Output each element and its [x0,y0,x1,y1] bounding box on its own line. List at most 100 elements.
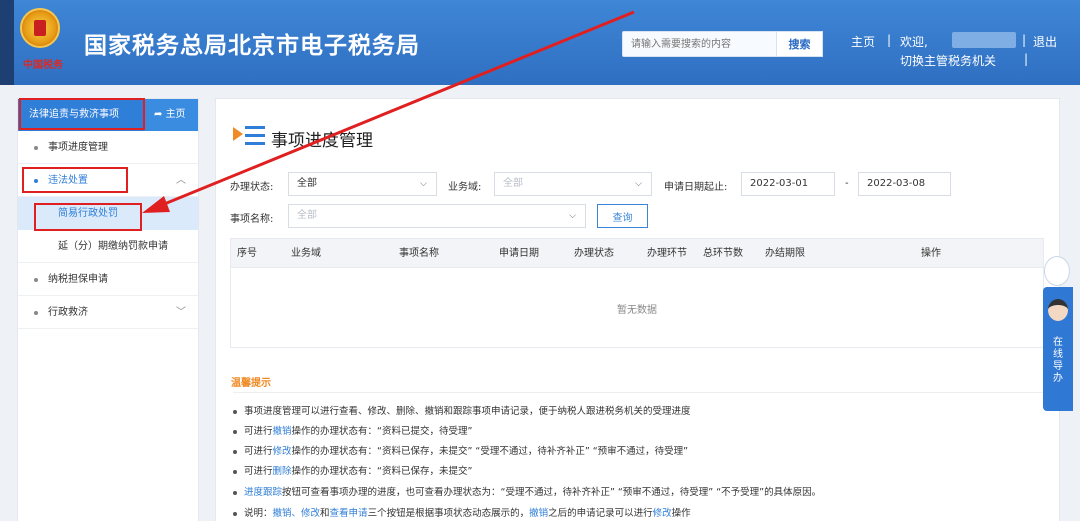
header-edge [0,0,14,85]
query-button[interactable]: 查询 [597,204,648,228]
date-range-label: 申请日期起止: [664,182,728,193]
tip-link-modify[interactable]: 修改 [653,508,672,519]
tip-text: 可进行 [244,466,273,477]
domain-select[interactable]: 全部 ⌵ [494,172,652,196]
search-input[interactable] [622,31,777,57]
item-name-label: 事项名称: [230,214,274,225]
sidebar-home-label: 主页 [165,109,186,120]
username-redacted [952,32,1016,48]
date-separator: - [845,178,849,189]
date-end-value: 2022-03-08 [867,178,926,189]
online-guide-tab[interactable]: 在线导办 [1043,287,1073,411]
sidebar-item-label: 延（分）期缴纳罚款申请 [58,241,168,252]
domain-label: 业务域: [448,182,482,193]
tip-line: 事项进度管理可以进行查看、修改、删除、撤销和跟踪事项申请记录，便于纳税人跟进税务… [233,403,691,417]
site-header: 中国税务 国家税务总局北京市电子税务局 搜索 主页 | 欢迎, | 退出 切换主… [0,0,1080,85]
status-select[interactable]: 全部 ⌵ [288,172,437,196]
tip-link-track[interactable]: 进度跟踪 [244,487,282,498]
column-header: 序号 [237,248,257,259]
tax-emblem-icon [20,8,60,48]
bullet-icon [34,278,38,282]
tip-text: 和 [320,508,330,519]
column-header: 办理状态 [574,248,614,259]
chevron-up-icon: ︿ [176,175,186,186]
sidebar: 法律追责与救济事项 ➦ 主页 事项进度管理 违法处置 ︿ 简易行政处罚 延（分）… [17,98,199,521]
annotation-box [19,98,145,130]
tips-title: 温馨提示 [231,378,271,389]
welcome-text: 欢迎, [900,35,928,49]
empty-state-text: 暂无数据 [617,305,657,316]
chevron-down-icon: ⌵ [420,179,427,189]
tip-text: 操作的办理状态有：“资料已保存，未提交” “受理不通过，待补齐补正” “预审不通… [291,446,689,457]
nav-separator: | [887,33,892,47]
tip-line: 说明：撤销、修改和查看申请三个按钮是根据事项状态动态展示的，撤销之后的申请记录可… [233,505,691,519]
results-table: 序号 业务域 事项名称 申请日期 办理状态 办理环节 总环节数 办结期限 操作 … [230,238,1044,348]
column-header: 事项名称 [399,248,439,259]
sidebar-item-guarantee[interactable]: 纳税担保申请 [18,263,198,296]
domain-select-value: 全部 [503,178,523,189]
annotation-box [34,203,142,231]
tip-text: 按钮可查看事项办理的进度，也可查看办理状态为：“受理不通过，待补齐补正” “预审… [282,487,822,498]
tip-link-revoke[interactable]: 撤销 [273,426,292,437]
tip-text: 事项进度管理可以进行查看、修改、删除、撤销和跟踪事项申请记录，便于纳税人跟进税务… [244,406,691,417]
tips-divider [233,392,1043,393]
assistant-avatar-icon [1048,299,1068,321]
progress-management-icon [233,126,265,145]
search-button[interactable]: 搜索 [777,31,823,57]
tip-line: 可进行删除操作的办理状态有：“资料已保存，未提交” [233,463,472,477]
nav-separator: | [1022,33,1027,47]
online-guide-label: 在线导办 [1053,337,1063,384]
tip-text: 三个按钮是根据事项状态动态展示的， [367,508,530,519]
bullet-icon [233,409,237,414]
date-end-input[interactable]: 2022-03-08 [858,172,951,196]
bullet-icon [34,146,38,150]
tip-link-revoke[interactable]: 撤销 [529,508,548,519]
bullet-icon [233,511,237,516]
tip-line: 进度跟踪按钮可查看事项办理的进度，也可查看办理状态为：“受理不通过，待补齐补正”… [233,484,821,498]
sidebar-item-progress[interactable]: 事项进度管理 [18,131,198,164]
sidebar-subitem-deferred-fine[interactable]: 延（分）期缴纳罚款申请 [18,230,198,263]
bullet-icon [233,429,237,434]
tip-text: 之后的申请记录可以进行 [548,508,653,519]
status-select-value: 全部 [297,178,317,189]
date-start-value: 2022-03-01 [750,178,809,189]
tip-link-revoke-modify[interactable]: 撤销、修改 [273,508,321,519]
bullet-icon [233,469,237,474]
tip-link-view[interactable]: 查看申请 [330,508,368,519]
bullet-icon [233,449,237,454]
emblem-text: 中国税务 [23,60,63,71]
tip-link-modify[interactable]: 修改 [273,446,292,457]
logout-link[interactable]: 退出 [1033,33,1057,50]
sidebar-item-relief[interactable]: 行政救济 ﹀ [18,296,198,329]
user-service-icon[interactable] [1044,256,1070,286]
bullet-icon [34,311,38,315]
nav-separator: | [1024,52,1029,66]
annotation-box [22,167,128,193]
bullet-icon [233,490,237,495]
tip-text: 说明： [244,508,273,519]
tip-text: 操作的办理状态有：“资料已保存，未提交” [291,466,473,477]
tip-text: 可进行 [244,446,273,457]
site-title[interactable]: 国家税务总局北京市电子税务局 [84,26,420,60]
column-header: 办理环节 [647,248,687,259]
tip-link-delete[interactable]: 删除 [273,466,292,477]
sidebar-item-label: 事项进度管理 [48,142,108,153]
sidebar-home-button[interactable]: ➦ 主页 [144,99,198,131]
back-arrow-icon: ➦ [154,109,166,120]
item-name-select[interactable]: 全部 ⌵ [288,204,586,228]
status-label: 办理状态: [230,182,274,193]
nav-home-link[interactable]: 主页 [851,33,875,50]
column-header: 申请日期 [499,248,539,259]
date-start-input[interactable]: 2022-03-01 [741,172,835,196]
item-name-select-value: 全部 [297,210,317,221]
column-header: 业务域 [291,248,321,259]
chevron-down-icon: ⌵ [569,211,576,221]
tip-text: 可进行 [244,426,273,437]
sidebar-item-label: 行政救济 [48,307,88,318]
chevron-down-icon: ⌵ [635,179,642,189]
page-title: 事项进度管理 [271,131,373,151]
switch-authority-link[interactable]: 切换主管税务机关 [900,52,996,69]
table-header: 序号 业务域 事项名称 申请日期 办理状态 办理环节 总环节数 办结期限 操作 [231,239,1043,268]
sidebar-item-label: 纳税担保申请 [48,274,108,285]
column-header: 操作 [921,248,941,259]
